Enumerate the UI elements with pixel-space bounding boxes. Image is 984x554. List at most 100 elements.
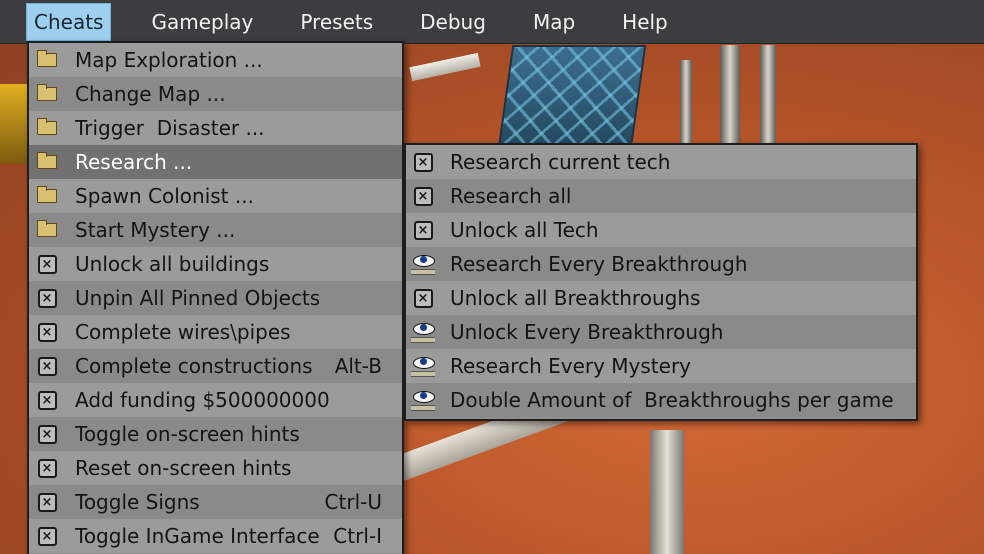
cheats-menu-item-label: Research ... (75, 150, 193, 174)
cheats-menu-item-shortcut: Alt-B (334, 354, 382, 378)
folder-icon-shape (37, 118, 57, 135)
cheats-menu-item[interactable]: Trigger Disaster ... (29, 111, 402, 145)
folder-icon-shape (37, 50, 57, 67)
cheats-menu-item-label: Toggle Signs (75, 490, 200, 514)
checkbox-x-icon-shape: × (37, 526, 57, 546)
cheats-menu-item[interactable]: × Toggle InGame Interface Ctrl-I (29, 519, 402, 553)
cheats-menu-item[interactable]: Research ... (29, 145, 402, 179)
cheats-menu-item[interactable]: × Add funding $500000000 (29, 383, 402, 417)
folder-icon (29, 213, 65, 247)
cheats-menu-item-label: Complete constructions (75, 354, 313, 378)
checkbox-x-icon-shape: × (37, 424, 57, 444)
checkbox-x-icon-shape: × (413, 288, 433, 308)
cheats-menu-item[interactable]: Start Mystery ... (29, 213, 402, 247)
folder-icon (29, 179, 65, 213)
eye-icon-shape (411, 321, 435, 343)
cheats-menu-item[interactable]: × Complete constructions Alt-B (29, 349, 402, 383)
checkbox-x-icon-shape: × (37, 288, 57, 308)
checkbox-x-icon: × (29, 417, 65, 451)
cheats-menu-item[interactable]: Map Exploration ... (29, 43, 402, 77)
checkbox-x-icon: × (406, 213, 440, 247)
checkbox-x-icon-shape: × (37, 390, 57, 410)
research-menu-item-label: Research all (450, 184, 572, 208)
folder-icon (29, 77, 65, 111)
research-menu-item-label: Unlock all Breakthroughs (450, 286, 701, 310)
menu-cheats[interactable]: Cheats (26, 2, 112, 41)
research-menu-item[interactable]: Double Amount of Breakthroughs per game (406, 383, 916, 417)
eye-icon-shape (411, 389, 435, 411)
research-menu-item[interactable]: × Unlock all Breakthroughs (406, 281, 916, 315)
checkbox-x-icon-shape: × (37, 356, 57, 376)
cheats-menu-item[interactable]: × Reset on-screen hints (29, 451, 402, 485)
folder-icon (29, 145, 65, 179)
pipe-segment (409, 52, 481, 82)
checkbox-x-icon-shape: × (37, 492, 57, 512)
research-menu-item[interactable]: Research Every Breakthrough (406, 247, 916, 281)
folder-icon-shape (37, 186, 57, 203)
checkbox-x-icon: × (29, 281, 65, 315)
checkbox-x-icon-shape: × (37, 458, 57, 478)
cheats-menu-item[interactable]: × Unlock all buildings (29, 247, 402, 281)
checkbox-x-icon: × (29, 315, 65, 349)
research-menu-item-label: Research Every Breakthrough (450, 252, 748, 276)
checkbox-x-icon-shape: × (413, 220, 433, 240)
checkbox-x-icon: × (406, 281, 440, 315)
research-menu-item[interactable]: × Unlock all Tech (406, 213, 916, 247)
eye-icon (406, 349, 440, 383)
cheats-menu-item-label: Spawn Colonist ... (75, 184, 254, 208)
eye-icon (406, 315, 440, 349)
cheats-menu-item[interactable]: × Unpin All Pinned Objects (29, 281, 402, 315)
checkbox-x-icon: × (29, 383, 65, 417)
cheats-menu-item-shortcut: Ctrl-I (333, 524, 382, 548)
research-menu-item[interactable]: Research Every Mystery (406, 349, 916, 383)
research-menu-item[interactable]: × Research current tech (406, 145, 916, 179)
checkbox-x-icon: × (29, 519, 65, 553)
cheats-menu-item[interactable]: × Toggle Signs Ctrl-U (29, 485, 402, 519)
folder-icon-shape (37, 220, 57, 237)
menu-bar: Cheats Gameplay Presets Debug Map Help (0, 0, 984, 44)
checkbox-x-icon: × (29, 485, 65, 519)
checkbox-x-icon: × (29, 451, 65, 485)
cheats-menu-item[interactable]: Change Map ... (29, 77, 402, 111)
cheats-menu-item[interactable]: Spawn Colonist ... (29, 179, 402, 213)
tower-pole (720, 45, 740, 145)
research-menu-item[interactable]: × Research all (406, 179, 916, 213)
cheats-menu-item-label: Unlock all buildings (75, 252, 270, 276)
cheats-menu-item-label: Add funding $500000000 (75, 388, 330, 412)
cheats-menu-item-label: Map Exploration ... (75, 48, 263, 72)
checkbox-x-icon-shape: × (37, 254, 57, 274)
cheats-dropdown: Map Exploration ... Change Map ... Trigger… (27, 41, 404, 554)
pipeline-support (650, 430, 684, 554)
research-menu-item-label: Research Every Mystery (450, 354, 692, 378)
cheats-menu-item-label: Change Map ... (75, 82, 226, 106)
menu-presets[interactable]: Presets (293, 4, 380, 40)
cheats-menu-item-shortcut: Ctrl-U (324, 490, 382, 514)
checkbox-x-icon-shape: × (37, 322, 57, 342)
folder-icon (29, 43, 65, 77)
folder-icon-shape (37, 84, 57, 101)
menu-debug[interactable]: Debug (413, 4, 493, 40)
cheats-menu-item-label: Unpin All Pinned Objects (75, 286, 321, 310)
research-submenu: × Research current tech × Research all × Unlo… (404, 143, 918, 421)
menu-gameplay[interactable]: Gameplay (144, 4, 260, 40)
tower-pole (680, 60, 692, 145)
folder-icon-shape (37, 152, 57, 169)
cheats-menu-item-label: Reset on-screen hints (75, 456, 292, 480)
cheats-menu-item-label: Toggle InGame Interface (75, 524, 320, 548)
cheats-menu-item-label: Start Mystery ... (75, 218, 236, 242)
cheats-menu-item[interactable]: × Complete wires\pipes (29, 315, 402, 349)
tower-pole (760, 45, 776, 145)
cheats-menu-item[interactable]: × Toggle on-screen hints (29, 417, 402, 451)
eye-icon-shape (411, 355, 435, 377)
research-menu-item[interactable]: Unlock Every Breakthrough (406, 315, 916, 349)
eye-icon-shape (411, 253, 435, 275)
checkbox-x-icon: × (29, 349, 65, 383)
menu-help[interactable]: Help (615, 4, 675, 40)
eye-icon (406, 383, 440, 417)
checkbox-x-icon: × (29, 247, 65, 281)
menu-map[interactable]: Map (526, 4, 582, 40)
cheats-menu-item-label: Trigger Disaster ... (75, 116, 265, 140)
research-menu-item-label: Double Amount of Breakthroughs per game (450, 388, 894, 412)
checkbox-x-icon-shape: × (413, 152, 433, 172)
folder-icon (29, 111, 65, 145)
